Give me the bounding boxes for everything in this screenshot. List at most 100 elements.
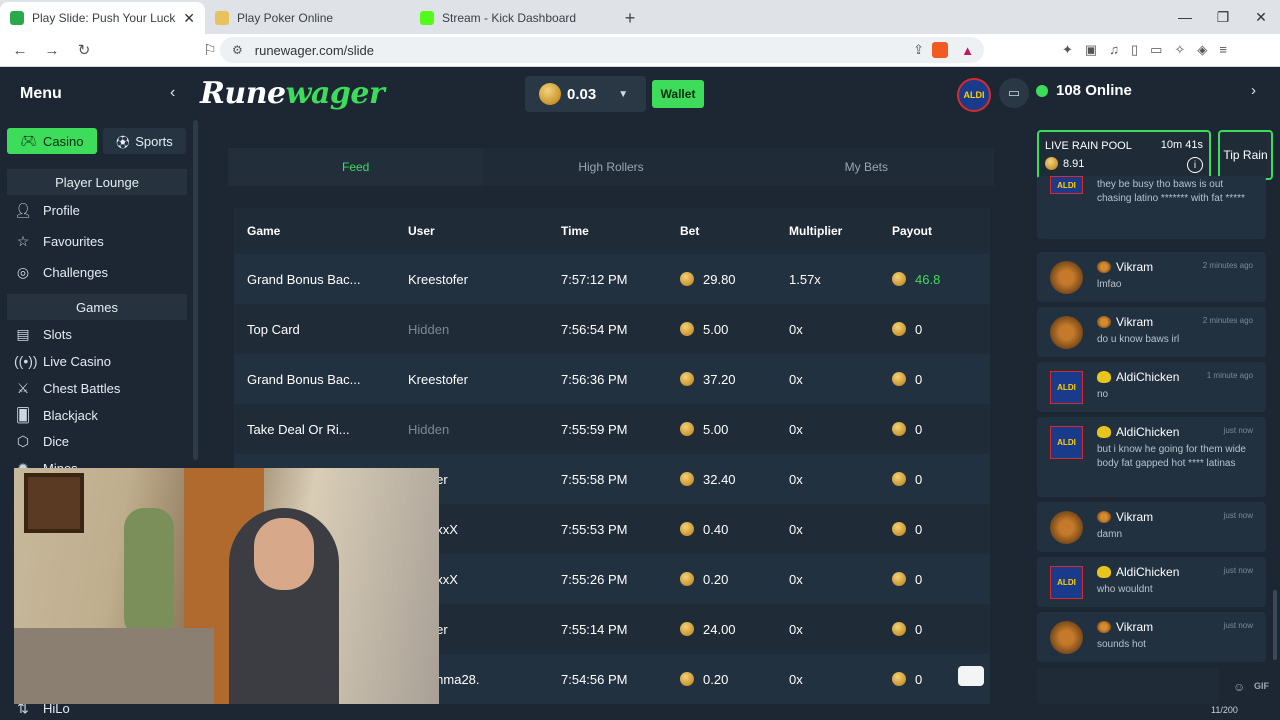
column-header-payout: Payout: [892, 224, 933, 238]
gif-button[interactable]: GIF: [1254, 681, 1269, 691]
browser-tab-slide[interactable]: Play Slide: Push Your Luck - Rune ✕: [0, 2, 205, 34]
user-cell[interactable]: Hidden: [408, 422, 561, 437]
casino-tab[interactable]: 🎮︎ Casino: [7, 128, 97, 154]
chat-avatar[interactable]: ALDI: [1050, 426, 1083, 459]
chat-avatar[interactable]: [1050, 621, 1083, 654]
close-tab-icon[interactable]: ✕: [183, 10, 195, 27]
chat-username[interactable]: Vikram: [1097, 620, 1153, 634]
game-cell[interactable]: Take Deal Or Ri...: [234, 422, 408, 437]
site-info-icon[interactable]: ⚙: [232, 43, 243, 57]
target-icon: ◎: [16, 264, 30, 280]
rain-pool-card[interactable]: LIVE RAIN POOL 10m 41s 8.91 i: [1037, 130, 1211, 180]
chat-avatar[interactable]: ALDI: [1050, 371, 1083, 404]
chat-toggle-icon[interactable]: ▭: [999, 78, 1029, 108]
wallet-button[interactable]: Wallet: [652, 80, 704, 108]
user-avatar[interactable]: ALDI: [957, 78, 991, 112]
chat-username[interactable]: Vikram: [1097, 260, 1153, 274]
minimize-icon[interactable]: —: [1166, 0, 1204, 34]
site-header: Menu ‹ Runewager 0.03 ▼ Wallet ALDI ▭ 10…: [0, 68, 1280, 120]
browser-tab-kick[interactable]: Stream - Kick Dashboard: [410, 2, 615, 34]
chat-avatar[interactable]: [1050, 261, 1083, 294]
screenshot-icon[interactable]: ▣: [1085, 42, 1097, 58]
table-row[interactable]: Take Deal Or Ri... Hidden 7:55:59 PM 5.00 0x…: [234, 404, 990, 454]
browser-tab-poker[interactable]: Play Poker Online: [205, 2, 410, 34]
message-bubble-icon[interactable]: [958, 666, 984, 686]
tab-title: Play Poker Online: [237, 11, 334, 25]
column-header-game: Game: [247, 224, 281, 238]
collapse-chat-icon[interactable]: ›: [1251, 82, 1256, 99]
sidebar-item-blackjack[interactable]: 🂠︎ Blackjack: [14, 407, 98, 424]
sidebar-item-dice[interactable]: ⬡ Dice: [14, 433, 69, 450]
sidebar-item-challenges[interactable]: ◎ Challenges: [14, 264, 108, 281]
game-cell[interactable]: Grand Bonus Bac...: [234, 372, 408, 387]
tab-high-rollers[interactable]: High Rollers: [483, 148, 738, 186]
table-row[interactable]: Grand Bonus Bac... Kreestofer 7:57:12 PM 29…: [234, 254, 990, 304]
payout-cell: 0: [892, 622, 990, 637]
collapse-menu-icon[interactable]: ‹: [170, 84, 175, 102]
vpn-icon[interactable]: ◈: [1197, 42, 1207, 58]
extensions-icon[interactable]: ✦: [1062, 42, 1073, 58]
casino-sports-switch: 🎮︎ Casino ⚽︎ Sports: [7, 128, 186, 154]
chat-username[interactable]: Vikram: [1097, 315, 1153, 329]
chat-scrollbar[interactable]: [1273, 590, 1277, 660]
reload-icon[interactable]: ↻: [72, 41, 96, 59]
user-cell[interactable]: Hidden: [408, 322, 561, 337]
new-tab-button[interactable]: +: [615, 2, 645, 34]
sidebar-toggle-icon[interactable]: ▯: [1131, 42, 1138, 58]
forward-icon[interactable]: →: [40, 42, 64, 59]
user-cell[interactable]: Kreestofer: [408, 272, 561, 287]
chevron-down-icon: ▼: [618, 88, 629, 100]
ai-icon[interactable]: ✧: [1174, 42, 1185, 58]
runewager-logo[interactable]: Runewager: [200, 76, 385, 111]
chat-input[interactable]: [1037, 668, 1219, 704]
tip-rain-button[interactable]: Tip Rain: [1218, 130, 1273, 180]
logo-text-main: Rune: [200, 76, 286, 111]
sidebar-scrollbar[interactable]: [193, 120, 198, 460]
tab-my-bets[interactable]: My Bets: [739, 148, 994, 186]
username-text: AldiChicken: [1116, 565, 1180, 579]
column-header-user: User: [408, 224, 435, 238]
back-icon[interactable]: ←: [8, 42, 32, 59]
sidebar-item-chest-battles[interactable]: ⚔ Chest Battles: [14, 380, 121, 397]
chat-avatar[interactable]: ALDI: [1050, 566, 1083, 599]
chat-username[interactable]: AldiChicken: [1097, 370, 1179, 384]
balance-selector[interactable]: 0.03 ▼: [525, 76, 646, 112]
sidebar-item-favourites[interactable]: ☆ Favourites: [14, 233, 104, 250]
multiplier-cell: 0x: [789, 621, 803, 637]
share-icon[interactable]: ⇪: [913, 42, 924, 58]
payout-amount: 46.8: [915, 271, 941, 287]
chat-message: Vikram just now sounds hot: [1037, 612, 1266, 662]
tab-feed[interactable]: Feed: [228, 148, 484, 186]
sidebar-item-live-casino[interactable]: ((•)) Live Casino: [14, 353, 111, 369]
chat-username[interactable]: AldiChicken: [1097, 425, 1179, 439]
chat-panel: LIVE RAIN POOL 10m 41s 8.91 i Tip Rain A…: [1030, 120, 1280, 720]
game-cell[interactable]: Top Card: [234, 322, 408, 337]
coin-icon: [1045, 157, 1058, 170]
user-cell[interactable]: Kreestofer: [408, 372, 561, 387]
sidebar-item-slots[interactable]: ▤ Slots: [14, 326, 72, 343]
chat-avatar[interactable]: [1050, 511, 1083, 544]
bookmark-icon[interactable]: ⚐: [198, 41, 222, 59]
chat-timestamp: 2 minutes ago: [1202, 261, 1253, 270]
table-row[interactable]: Grand Bonus Bac... Kreestofer 7:56:36 PM 37…: [234, 354, 990, 404]
sidebar-item-label: Dice: [43, 434, 70, 449]
chat-username[interactable]: AldiChicken: [1097, 565, 1179, 579]
brave-shield-icon[interactable]: [932, 42, 948, 58]
info-icon[interactable]: i: [1187, 157, 1203, 173]
url-field[interactable]: ⚙ runewager.com/slide ⇪ ▲: [220, 37, 984, 63]
emoji-icon[interactable]: ☺: [1233, 680, 1245, 694]
brave-rewards-icon[interactable]: ▲: [961, 43, 974, 58]
chat-username[interactable]: Vikram: [1097, 510, 1153, 524]
sports-tab[interactable]: ⚽︎ Sports: [103, 128, 186, 154]
chat-avatar[interactable]: [1050, 316, 1083, 349]
maximize-icon[interactable]: ❐: [1204, 0, 1242, 34]
table-row[interactable]: Top Card Hidden 7:56:54 PM 5.00 0x 0: [234, 304, 990, 354]
music-icon[interactable]: ♫: [1109, 42, 1119, 58]
game-cell[interactable]: Grand Bonus Bac...: [234, 272, 408, 287]
close-window-icon[interactable]: ✕: [1242, 0, 1280, 34]
sidebar-item-profile[interactable]: 👤︎ Profile: [14, 202, 80, 219]
wallet-icon[interactable]: ▭: [1150, 42, 1162, 58]
browser-menu-icon[interactable]: ≡: [1219, 42, 1227, 58]
chat-avatar[interactable]: ALDI: [1050, 176, 1083, 194]
wall-picture: [24, 473, 84, 533]
